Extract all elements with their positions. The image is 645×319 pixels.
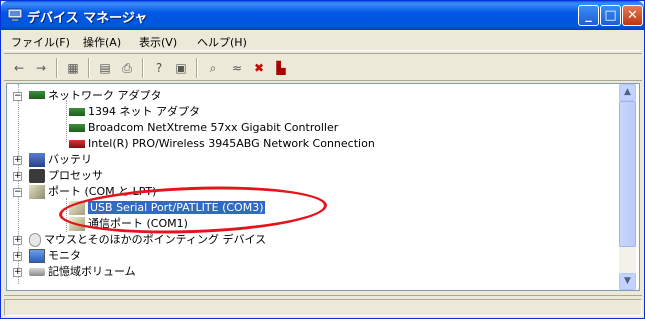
menu-view[interactable]: 表示(V) (139, 34, 177, 50)
network-adapter-icon (69, 140, 85, 148)
tree-node-1394-adapter[interactable]: 1394 ネット アダプタ (69, 104, 200, 120)
menu-help[interactable]: ヘルプ(H) (197, 34, 247, 50)
menu-bar: ファイル(F) 操作(A) 表示(V) ヘルプ(H) (4, 31, 642, 51)
maximize-button[interactable]: □ (600, 5, 621, 26)
device-manager-window: デバイス マネージャ _ □ ✕ ファイル(F) 操作(A) 表示(V) ヘルプ… (0, 0, 645, 319)
view2-icon[interactable]: ▣ (172, 59, 190, 77)
view-icon[interactable]: ▦ (64, 59, 82, 77)
back-arrow-icon[interactable]: ← (10, 59, 28, 77)
disable-icon[interactable]: ✖ (250, 59, 268, 77)
scroll-up-button[interactable]: ▲ (619, 84, 636, 101)
close-button[interactable]: ✕ (622, 5, 643, 26)
forward-arrow-icon[interactable]: → (32, 59, 50, 77)
status-bar (4, 295, 642, 317)
expand-toggle[interactable]: + (13, 172, 22, 181)
toolbar-separator (142, 58, 144, 78)
battery-icon (29, 153, 45, 167)
status-pane (4, 299, 642, 316)
scroll-down-button[interactable]: ▼ (619, 273, 636, 290)
scan-hardware-icon[interactable]: ⌕ (204, 59, 222, 77)
update-driver-icon[interactable]: ≈ (228, 59, 246, 77)
toolbar-separator (56, 58, 58, 78)
toolbar-separator (88, 58, 90, 78)
storage-volume-icon (29, 268, 45, 276)
expand-toggle[interactable]: + (13, 236, 22, 245)
device-manager-icon (7, 8, 23, 21)
tree-node-intel-wireless[interactable]: Intel(R) PRO/Wireless 3945ABG Network Co… (69, 136, 375, 152)
title-bar[interactable]: デバイス マネージャ _ □ ✕ (1, 1, 644, 30)
collapse-toggle[interactable]: − (13, 92, 22, 101)
toolbar-separator (196, 58, 198, 78)
expand-toggle[interactable]: + (13, 268, 22, 277)
menu-action[interactable]: 操作(A) (83, 34, 121, 50)
toolbar: ← → ▦ ▤ ⎙ ? ▣ ⌕ ≈ ✖ ▙ (4, 53, 642, 81)
collapse-toggle[interactable]: − (13, 188, 22, 197)
monitor-icon (29, 249, 45, 263)
network-adapter-icon (69, 124, 85, 132)
tree-line (66, 100, 67, 142)
uninstall-icon[interactable]: ▙ (272, 59, 290, 77)
processor-icon (29, 169, 45, 183)
vertical-scrollbar[interactable]: ▲ ▼ (619, 84, 636, 290)
window-title: デバイス マネージャ (27, 11, 148, 26)
expand-toggle[interactable]: + (13, 252, 22, 261)
tree-node-broadcom-adapter[interactable]: Broadcom NetXtreme 57xx Gigabit Controll… (69, 120, 338, 136)
menu-file[interactable]: ファイル(F) (11, 34, 70, 50)
properties-icon[interactable]: ▤ (96, 59, 114, 77)
device-tree[interactable]: − ネットワーク アダプタ 1394 ネット アダプタ Broadcom Net… (6, 83, 640, 291)
expand-toggle[interactable]: + (13, 156, 22, 165)
print-icon[interactable]: ⎙ (118, 59, 136, 77)
network-adapter-icon (69, 108, 85, 116)
help-icon[interactable]: ? (150, 59, 168, 77)
scroll-thumb[interactable] (619, 101, 636, 247)
network-adapter-icon (29, 91, 45, 99)
minimize-button[interactable]: _ (578, 5, 599, 26)
mouse-icon (29, 233, 41, 247)
port-icon (29, 185, 45, 199)
